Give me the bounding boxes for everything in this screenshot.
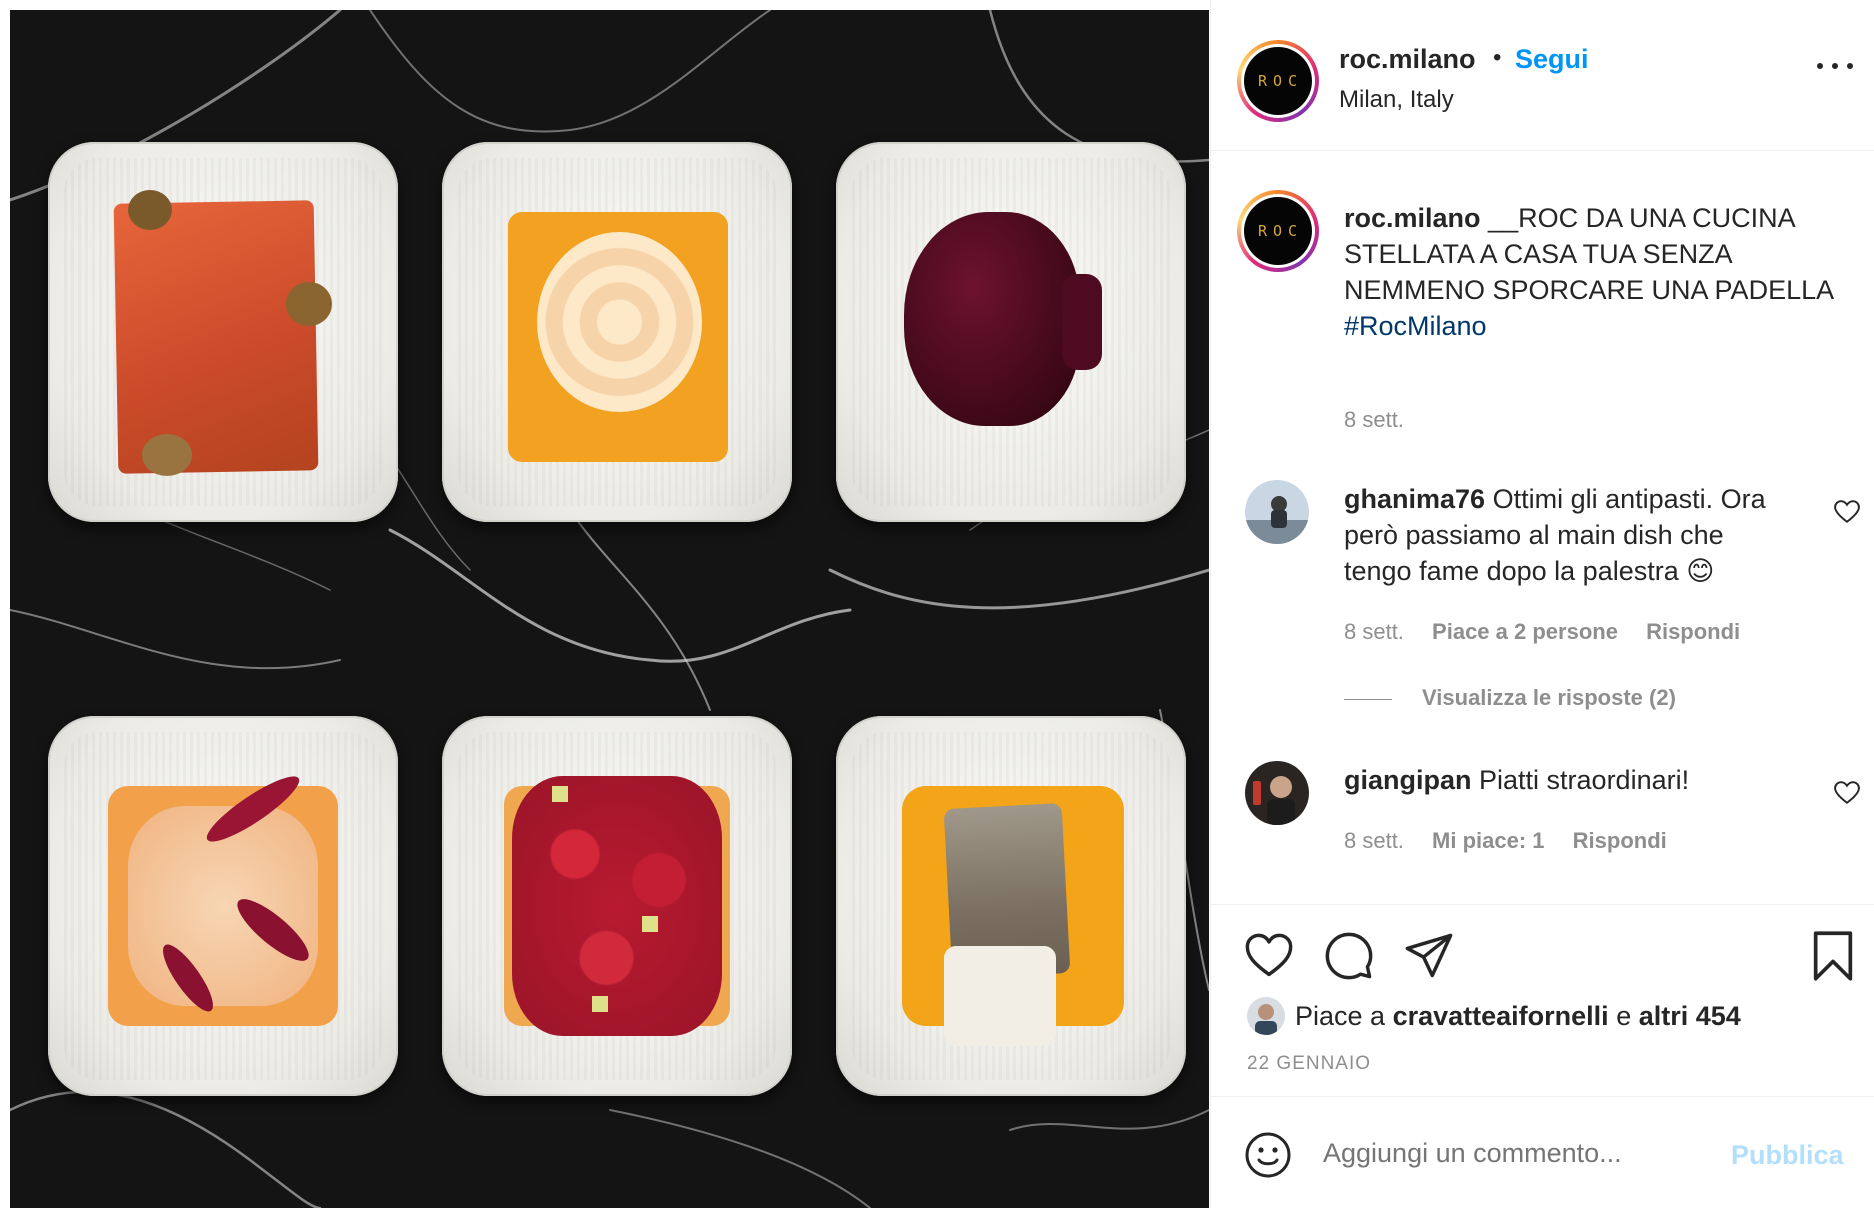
avatar-image	[1247, 997, 1285, 1035]
beef-tartare	[512, 776, 722, 1036]
hashtag-link[interactable]: #RocMilano	[1344, 308, 1844, 344]
commenter-avatar[interactable]	[1245, 761, 1309, 825]
comment-time[interactable]: 8 sett.	[1344, 619, 1404, 644]
comment-meta: 8 sett. Piace a 2 persone Rispondi	[1344, 619, 1762, 645]
dish-beef-tartare	[442, 716, 792, 1096]
garnish	[128, 190, 172, 230]
publish-button[interactable]: Pubblica	[1731, 1140, 1844, 1171]
commenter-avatar[interactable]	[1245, 480, 1309, 544]
likes-conjunction: e	[1616, 1000, 1632, 1031]
comment-likes[interactable]: Mi piace: 1	[1432, 828, 1544, 853]
dish-salmon	[48, 142, 398, 522]
separator-dot: •	[1493, 44, 1502, 71]
view-replies-button[interactable]: Visualizza le risposte (2)	[1344, 685, 1676, 711]
roc-logo: ROC	[1244, 197, 1312, 265]
comment-body: ghanima76 Ottimi gli antipasti. Ora però…	[1344, 481, 1794, 589]
author-avatar[interactable]: ROC	[1237, 40, 1319, 122]
more-options-icon[interactable]	[1817, 63, 1853, 73]
like-heart-icon[interactable]	[1243, 930, 1295, 982]
dish-tartare	[48, 716, 398, 1096]
post-image[interactable]	[10, 10, 1209, 1208]
comment-meta: 8 sett. Mi piace: 1 Rispondi	[1344, 828, 1689, 854]
meat	[904, 212, 1080, 426]
avatar-image	[1245, 761, 1309, 825]
header-divider	[1211, 150, 1874, 151]
caption: roc.milano __ROC DA UNA CUCINA STELLATA …	[1344, 200, 1844, 344]
likes-summary: Piace a cravatteaifornelli e altri 454	[1247, 996, 1741, 1036]
comment-time[interactable]: 8 sett.	[1344, 828, 1404, 853]
sauce	[1062, 274, 1102, 370]
likes-prefix: Piace a	[1295, 1000, 1386, 1031]
author-username[interactable]: roc.milano	[1339, 44, 1476, 75]
likes-others-link[interactable]: altri 454	[1639, 1001, 1741, 1032]
shrimp-tartare	[537, 232, 702, 412]
caption-username[interactable]: roc.milano	[1344, 203, 1481, 233]
garnish	[642, 916, 658, 932]
comment-body: giangipan Piatti straordinari!	[1344, 762, 1794, 798]
reply-button[interactable]: Rispondi	[1646, 619, 1740, 644]
reply-button[interactable]: Rispondi	[1573, 828, 1667, 853]
garnish	[142, 434, 192, 476]
garnish	[552, 786, 568, 802]
post-side-panel: ROC roc.milano • Segui Milan, Italy ROC …	[1210, 0, 1874, 1208]
dish-shrimp	[442, 142, 792, 522]
caption-avatar[interactable]: ROC	[1237, 190, 1319, 272]
salmon-food	[113, 200, 319, 474]
comment-text: Piatti straordinari!	[1479, 765, 1690, 795]
follow-button[interactable]: Segui	[1515, 44, 1589, 75]
caption-time[interactable]: 8 sett.	[1344, 407, 1404, 433]
comment-like-heart-icon[interactable]	[1834, 781, 1860, 805]
share-send-icon[interactable]	[1403, 930, 1455, 982]
fish-flesh	[944, 946, 1056, 1046]
roc-logo: ROC	[1244, 47, 1312, 115]
comment-like-heart-icon[interactable]	[1834, 500, 1860, 524]
add-comment-input[interactable]	[1323, 1138, 1703, 1169]
comment-username[interactable]: giangipan	[1344, 765, 1472, 795]
composer-divider	[1211, 1096, 1874, 1097]
replies-line	[1344, 698, 1392, 700]
liker-username[interactable]: cravatteaifornelli	[1393, 1001, 1609, 1032]
save-bookmark-icon[interactable]	[1807, 930, 1859, 982]
view-replies-label: Visualizza le risposte (2)	[1422, 685, 1676, 710]
comment-bubble-icon[interactable]	[1323, 930, 1375, 982]
liker-avatar[interactable]	[1247, 997, 1285, 1035]
comment-likes[interactable]: Piace a 2 persone	[1432, 619, 1618, 644]
dish-fish	[836, 716, 1186, 1096]
actions-divider	[1211, 904, 1874, 905]
emoji-icon[interactable]	[1244, 1131, 1292, 1179]
comment-username[interactable]: ghanima76	[1344, 484, 1485, 514]
avatar-image	[1245, 480, 1309, 544]
location-link[interactable]: Milan, Italy	[1339, 86, 1454, 114]
post-date[interactable]: 22 GENNAIO	[1247, 1053, 1371, 1075]
garnish	[592, 996, 608, 1012]
dish-meat	[836, 142, 1186, 522]
garnish	[286, 282, 332, 326]
